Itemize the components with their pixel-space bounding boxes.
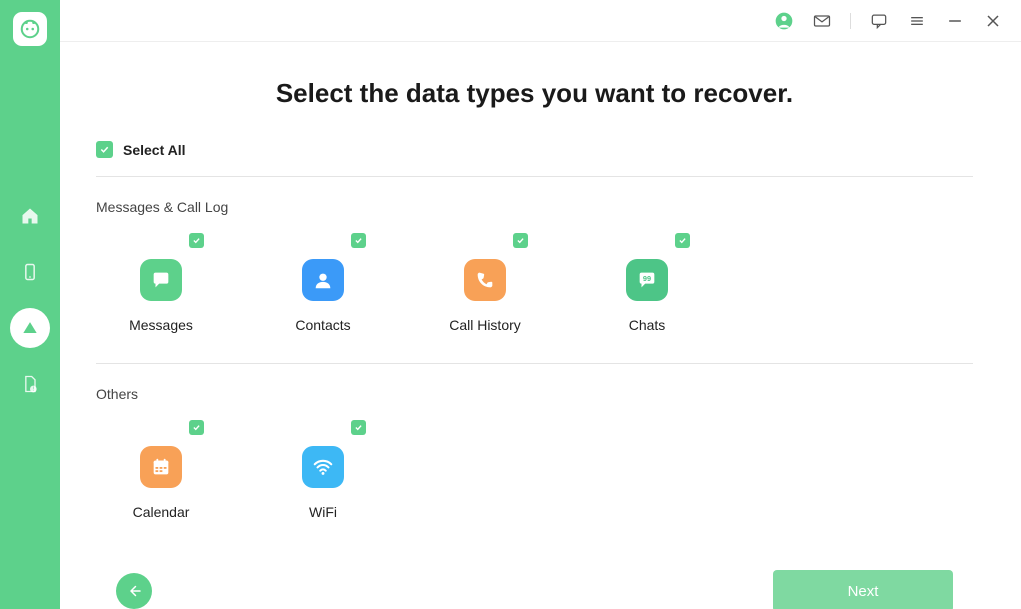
mail-button[interactable] <box>812 11 832 31</box>
item-checkbox[interactable] <box>351 420 366 435</box>
data-type-contacts[interactable]: Contacts <box>268 233 378 333</box>
item-label: Call History <box>449 317 521 333</box>
messages-icon <box>140 259 182 301</box>
content-area: Select the data types you want to recove… <box>60 42 1021 609</box>
top-bar-divider <box>850 13 851 29</box>
item-checkbox[interactable] <box>513 233 528 248</box>
next-button[interactable]: Next <box>773 570 953 609</box>
sidebar-nav-phone[interactable] <box>10 252 50 292</box>
data-type-chats[interactable]: 99 Chats <box>592 233 702 333</box>
data-type-messages[interactable]: Messages <box>106 233 216 333</box>
select-all-label: Select All <box>123 142 186 158</box>
chat-button[interactable] <box>869 11 889 31</box>
minimize-icon <box>945 11 965 31</box>
section-title: Others <box>96 386 973 402</box>
menu-button[interactable] <box>907 11 927 31</box>
section-others: Others Calendar WiFi <box>96 386 973 550</box>
check-icon <box>99 144 110 155</box>
svg-text:!: ! <box>33 387 34 393</box>
sidebar: ! <box>0 0 60 609</box>
top-bar <box>60 0 1021 42</box>
sidebar-nav-file-alert[interactable]: ! <box>10 364 50 404</box>
items-grid-messages: Messages Contacts Call History <box>96 233 973 364</box>
item-label: Contacts <box>295 317 350 333</box>
app-logo <box>13 12 47 46</box>
footer: Next <box>96 550 973 609</box>
arrow-left-icon <box>125 582 143 600</box>
call-history-icon <box>464 259 506 301</box>
section-title: Messages & Call Log <box>96 199 973 215</box>
logo-icon <box>19 18 41 40</box>
home-icon <box>20 206 40 226</box>
chat-icon <box>869 11 889 31</box>
check-icon <box>354 236 363 245</box>
minimize-button[interactable] <box>945 11 965 31</box>
close-icon <box>983 11 1003 31</box>
select-all-checkbox[interactable] <box>96 141 113 158</box>
item-checkbox[interactable] <box>189 420 204 435</box>
calendar-icon <box>140 446 182 488</box>
check-icon <box>192 423 201 432</box>
item-label: Messages <box>129 317 193 333</box>
item-label: Chats <box>629 317 666 333</box>
item-checkbox[interactable] <box>189 233 204 248</box>
phone-device-icon <box>20 262 40 282</box>
data-type-wifi[interactable]: WiFi <box>268 420 378 520</box>
item-checkbox[interactable] <box>351 233 366 248</box>
drive-triangle-icon <box>20 318 40 338</box>
wifi-icon <box>302 446 344 488</box>
check-icon <box>516 236 525 245</box>
select-all-row[interactable]: Select All <box>96 141 973 177</box>
close-button[interactable] <box>983 11 1003 31</box>
check-icon <box>354 423 363 432</box>
user-icon <box>774 11 794 31</box>
svg-text:99: 99 <box>643 274 651 283</box>
check-icon <box>192 236 201 245</box>
item-label: WiFi <box>309 504 337 520</box>
section-messages-calllog: Messages & Call Log Messages Contact <box>96 199 973 364</box>
check-icon <box>678 236 687 245</box>
menu-icon <box>907 11 927 31</box>
page-title: Select the data types you want to recove… <box>96 78 973 109</box>
chats-icon: 99 <box>626 259 668 301</box>
mail-icon <box>812 11 832 31</box>
data-type-calendar[interactable]: Calendar <box>106 420 216 520</box>
file-alert-icon: ! <box>20 374 40 394</box>
item-label: Calendar <box>133 504 190 520</box>
contacts-icon <box>302 259 344 301</box>
item-checkbox[interactable] <box>675 233 690 248</box>
back-button[interactable] <box>116 573 152 609</box>
sidebar-nav-home[interactable] <box>10 196 50 236</box>
items-grid-others: Calendar WiFi <box>96 420 973 550</box>
data-type-call-history[interactable]: Call History <box>430 233 540 333</box>
user-button[interactable] <box>774 11 794 31</box>
sidebar-nav-drive[interactable] <box>10 308 50 348</box>
main-area: Select the data types you want to recove… <box>60 0 1021 609</box>
